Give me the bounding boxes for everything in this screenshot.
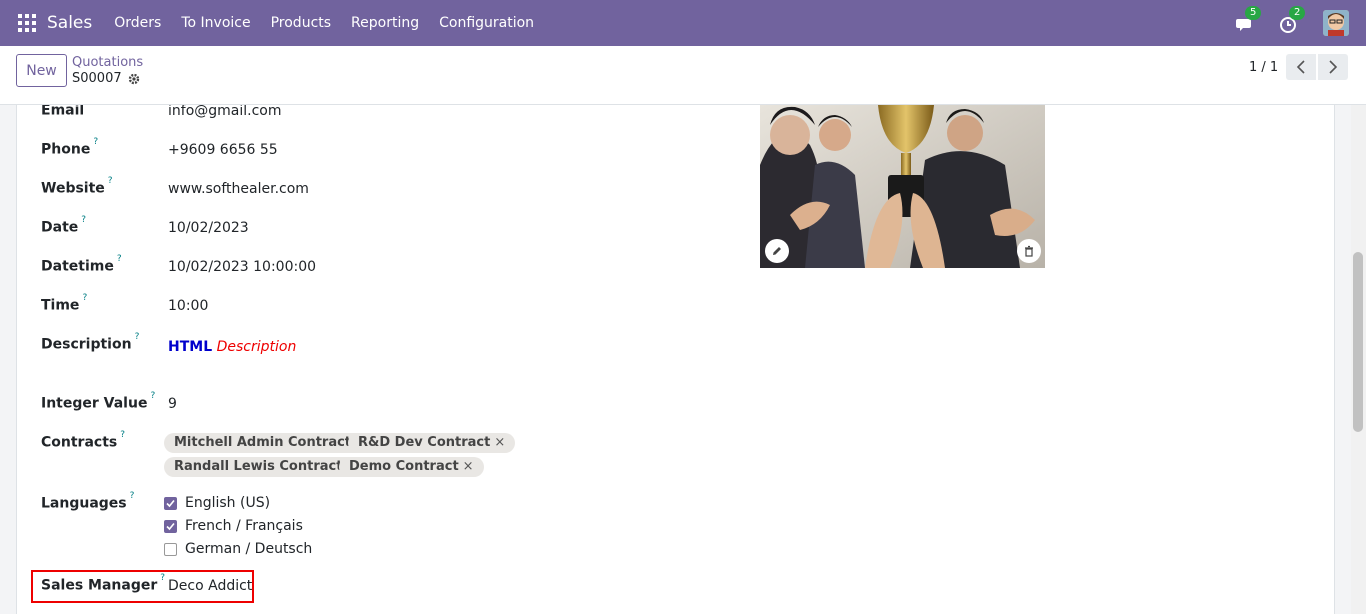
phone-help-icon[interactable]: ?	[93, 137, 98, 147]
date-value[interactable]: 10/02/2023	[168, 220, 249, 236]
contract-tag[interactable]: Randall Lewis Contract×	[164, 457, 368, 477]
language-option-label: German / Deutsch	[185, 541, 313, 557]
menu-orders[interactable]: Orders	[104, 15, 171, 31]
date-help-icon[interactable]: ?	[81, 215, 86, 225]
language-option-label: French / Français	[185, 518, 303, 534]
record-name-text: S00007	[72, 71, 122, 86]
trash-icon	[1025, 245, 1033, 257]
chevron-right-icon	[1329, 60, 1338, 74]
time-help-icon[interactable]: ?	[82, 293, 87, 303]
control-panel: New Quotations S00007 1 / 1	[0, 46, 1366, 105]
datetime-label: Datetime?	[41, 254, 122, 275]
menu-configuration[interactable]: Configuration	[429, 15, 544, 31]
check-icon	[166, 499, 175, 507]
website-value[interactable]: www.softhealer.com	[168, 181, 309, 197]
email-help-icon[interactable]: ?	[87, 105, 92, 108]
contracts-label: Contracts?	[41, 430, 126, 451]
delete-image-button[interactable]	[1017, 239, 1041, 263]
messages-badge: 5	[1245, 6, 1262, 20]
description-value[interactable]: HTML Description	[168, 339, 296, 355]
sales-manager-help-icon[interactable]: ?	[160, 573, 165, 583]
time-value[interactable]: 10:00	[168, 298, 208, 314]
language-option[interactable]: English (US)	[164, 495, 270, 511]
sales-manager-label: Sales Manager?	[41, 573, 166, 594]
record-image	[760, 105, 1045, 268]
messages-button[interactable]: 5	[1235, 6, 1262, 34]
phone-label: Phone?	[41, 137, 99, 158]
integer-value[interactable]: 9	[168, 396, 177, 412]
description-label: Description?	[41, 332, 140, 353]
datetime-value[interactable]: 10/02/2023 10:00:00	[168, 259, 316, 275]
website-label: Website?	[41, 176, 113, 197]
scrollbar-thumb[interactable]	[1353, 252, 1363, 432]
language-option[interactable]: German / Deutsch	[164, 541, 312, 557]
edit-image-button[interactable]	[765, 239, 789, 263]
pencil-icon	[773, 247, 781, 255]
breadcrumb-quotations[interactable]: Quotations	[72, 55, 143, 70]
pager-next-button[interactable]	[1318, 54, 1348, 80]
pager-value[interactable]: 1 / 1	[1249, 60, 1278, 75]
contract-tag[interactable]: Demo Contract ×	[339, 457, 484, 477]
time-label: Time?	[41, 293, 88, 314]
datetime-help-icon[interactable]: ?	[117, 254, 122, 264]
menu-to-invoice[interactable]: To Invoice	[171, 15, 260, 31]
checkbox-checked[interactable]	[164, 496, 177, 510]
date-label: Date?	[41, 215, 87, 236]
language-option[interactable]: French / Français	[164, 518, 303, 534]
checkbox-checked[interactable]	[164, 519, 177, 533]
menu-reporting[interactable]: Reporting	[341, 15, 429, 31]
contracts-help-icon[interactable]: ?	[120, 430, 125, 440]
integer-help-icon[interactable]: ?	[150, 391, 155, 401]
languages-label: Languages?	[41, 491, 135, 512]
app-name[interactable]: Sales	[47, 13, 92, 33]
integer-value-label: Integer Value?	[41, 391, 156, 412]
email-label: Email?	[41, 105, 92, 119]
menu-products[interactable]: Products	[261, 15, 341, 31]
website-help-icon[interactable]: ?	[108, 176, 113, 186]
description-bold-text: HTML	[168, 339, 213, 355]
form-content: Email? info@gmail.com Phone? +9609 6656 …	[0, 105, 1366, 614]
new-button[interactable]: New	[16, 54, 67, 87]
contract-tag[interactable]: R&D Dev Contract ×	[348, 433, 516, 453]
record-name: S00007	[72, 71, 140, 86]
activities-badge: 2	[1289, 6, 1306, 20]
description-italic-text: Description	[216, 339, 297, 355]
sales-manager-value[interactable]: Deco Addict	[168, 578, 252, 594]
email-value[interactable]: info@gmail.com	[168, 105, 282, 119]
checkbox-unchecked[interactable]	[164, 542, 177, 556]
apps-menu-icon[interactable]	[18, 14, 36, 32]
languages-help-icon[interactable]: ?	[130, 491, 135, 501]
remove-tag-icon[interactable]: ×	[494, 435, 505, 450]
contract-tag[interactable]: Mitchell Admin Contract×	[164, 433, 376, 453]
pager-previous-button[interactable]	[1286, 54, 1316, 80]
chevron-left-icon	[1296, 60, 1305, 74]
remove-tag-icon[interactable]: ×	[463, 459, 474, 474]
user-avatar[interactable]	[1323, 10, 1349, 36]
vertical-scrollbar[interactable]	[1351, 105, 1366, 614]
description-help-icon[interactable]: ?	[135, 332, 140, 342]
language-option-label: English (US)	[185, 495, 271, 511]
activities-button[interactable]: 2	[1279, 6, 1306, 34]
check-icon	[166, 522, 175, 530]
phone-value[interactable]: +9609 6656 55	[168, 142, 278, 158]
gear-icon[interactable]	[128, 73, 140, 85]
top-navbar: Sales Orders To Invoice Products Reporti…	[0, 0, 1366, 46]
